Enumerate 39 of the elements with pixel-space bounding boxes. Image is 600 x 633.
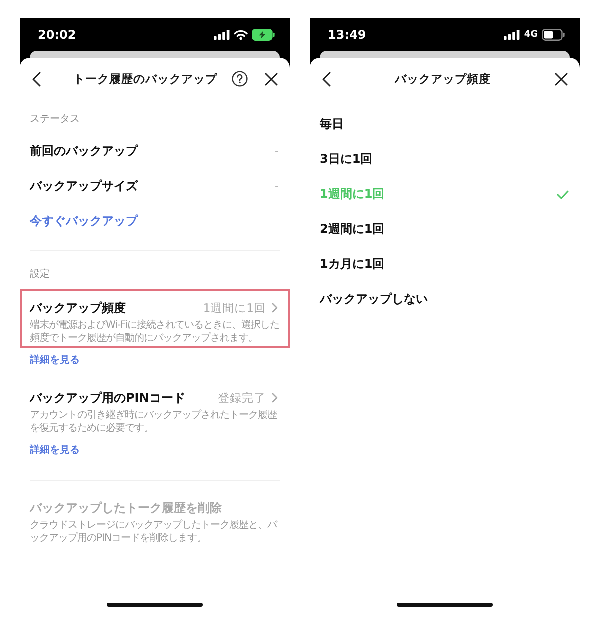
status-time: 13:49 — [328, 28, 368, 42]
check-icon — [557, 190, 569, 200]
screen-title: バックアップ頻度 — [394, 72, 492, 86]
setting-value: 登録完了 — [218, 390, 266, 407]
chevron-right-icon — [272, 303, 278, 313]
backup-now-link[interactable]: 今すぐバックアップ — [30, 213, 138, 230]
close-icon[interactable] — [555, 72, 568, 86]
setting-title: バックアップ用のPINコード — [30, 390, 186, 407]
close-icon[interactable] — [265, 72, 278, 86]
setting-title: バックアップ頻度 — [30, 300, 126, 317]
details-link[interactable]: 詳細を見る — [30, 354, 80, 368]
row-value: - — [275, 180, 279, 193]
frequency-option[interactable]: 3日に1回 — [310, 142, 580, 177]
section-heading: 設定 — [30, 268, 51, 282]
back-icon[interactable] — [322, 72, 331, 86]
signal-icon — [214, 30, 230, 40]
frequency-option[interactable]: バックアップしない — [310, 282, 580, 317]
setting-description: アカウントの引き継ぎ時にバックアップされたトーク履歴を復元するために必要です。 — [30, 410, 278, 435]
details-link[interactable]: 詳細を見る — [30, 444, 80, 458]
setting-description: クラウドストレージにバックアップしたトーク履歴と、バックアップ用のPINコードを削除します。 — [30, 520, 279, 545]
setting-title: バックアップしたトーク履歴を削除 — [30, 500, 222, 517]
screen-title: トーク履歴のバックアップ — [72, 72, 218, 86]
setting-row[interactable]: バックアップ頻度 1週間に1回 端末が電源およびWi-Fiに接続されているときに、選択した頻度でトーク履歴が自動的にバックアップされます。 — [20, 289, 290, 348]
back-icon[interactable] — [32, 72, 41, 86]
chevron-right-icon — [272, 393, 278, 403]
row-label: 前回のバックアップ — [30, 143, 138, 160]
frequency-option[interactable]: 2週間に1回 — [310, 212, 580, 247]
section-heading: ステータス — [30, 113, 81, 127]
signal-icon — [504, 30, 520, 40]
help-icon[interactable] — [232, 71, 248, 87]
network-label: 4G — [524, 30, 538, 40]
row-label: バックアップサイズ — [30, 178, 138, 195]
setting-description: 端末が電源およびWi-Fiに接続されているときに、選択した頻度でトーク履歴が自動的にバックアップされます。 — [30, 320, 280, 345]
frequency-option[interactable]: 毎日 — [310, 107, 580, 142]
frequency-option[interactable]: 1カ月に1回 — [310, 247, 580, 282]
setting-row[interactable]: バックアップ用のPINコード 登録完了 アカウントの引き継ぎ時にバックアップされたトーク履歴を復元するために必要です。 — [20, 379, 290, 438]
status-time: 20:02 — [38, 28, 78, 42]
row-value: - — [275, 145, 279, 158]
setting-value: 1週間に1回 — [203, 300, 266, 317]
